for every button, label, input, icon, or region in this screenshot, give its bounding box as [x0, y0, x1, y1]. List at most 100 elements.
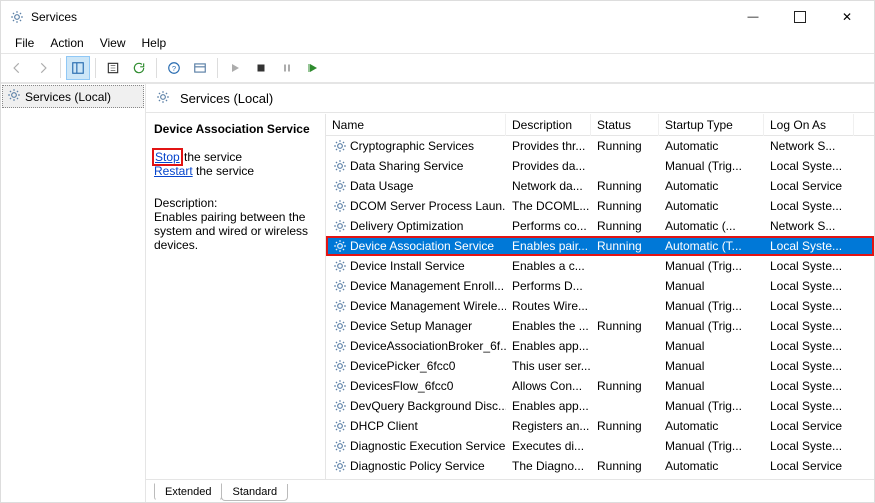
service-row[interactable]: Diagnostic Service HostThe Diagno...Runn…	[326, 476, 874, 479]
nav-back-button[interactable]	[5, 56, 29, 80]
service-row[interactable]: Device Setup ManagerEnables the ...Runni…	[326, 316, 874, 336]
cell-description: Performs D...	[506, 276, 591, 296]
service-row[interactable]: Diagnostic Execution ServiceExecutes di.…	[326, 436, 874, 456]
column-header-name[interactable]: Name	[326, 114, 506, 136]
service-name-text: Device Association Service	[350, 239, 494, 253]
cell-name: Data Sharing Service	[326, 156, 506, 176]
cell-status: Running	[591, 176, 659, 196]
cell-name: DHCP Client	[326, 416, 506, 436]
main-area: Services (Local) Services (Local) Device…	[1, 83, 874, 502]
restart-service-button[interactable]	[301, 56, 325, 80]
service-row[interactable]: DevicePicker_6fcc0This user ser...Manual…	[326, 356, 874, 376]
gear-icon	[332, 158, 348, 174]
gear-icon	[332, 218, 348, 234]
restart-service-line: Restart the service	[154, 164, 317, 178]
column-header-description[interactable]: Description	[506, 114, 591, 136]
service-row[interactable]: DevicesFlow_6fcc0Allows Con...RunningMan…	[326, 376, 874, 396]
cell-startup-type: Automatic	[659, 196, 764, 216]
toolbar-separator	[217, 58, 218, 78]
tab-extended[interactable]: Extended	[154, 483, 222, 501]
cell-startup-type: Manual (Trig...	[659, 296, 764, 316]
service-row[interactable]: Cryptographic ServicesProvides thr...Run…	[326, 136, 874, 156]
menu-view[interactable]: View	[92, 34, 134, 52]
cell-description: Registers an...	[506, 416, 591, 436]
service-row[interactable]: Device Association ServiceEnables pair..…	[326, 236, 874, 256]
nav-forward-button[interactable]	[31, 56, 55, 80]
menu-action[interactable]: Action	[42, 34, 91, 52]
service-row[interactable]: Device Management Wirele...Routes Wire..…	[326, 296, 874, 316]
cell-log-on-as: Local Syste...	[764, 436, 854, 456]
cell-startup-type: Automatic (...	[659, 216, 764, 236]
description-label: Description:	[154, 196, 317, 210]
view-tabs: Extended Standard	[146, 479, 874, 502]
refresh-button[interactable]	[127, 56, 151, 80]
column-header-status[interactable]: Status	[591, 114, 659, 136]
description-text: Enables pairing between the system and w…	[154, 210, 317, 252]
column-header-startup-type[interactable]: Startup Type	[659, 114, 764, 136]
cell-description: The Diagno...	[506, 456, 591, 476]
export-list-button[interactable]	[101, 56, 125, 80]
service-row[interactable]: DHCP ClientRegisters an...RunningAutomat…	[326, 416, 874, 436]
gear-icon	[7, 88, 21, 105]
restart-service-link[interactable]: Restart	[154, 164, 193, 178]
selected-service-name: Device Association Service	[154, 122, 317, 136]
help-button[interactable]: ?	[162, 56, 186, 80]
menu-bar: File Action View Help	[1, 33, 874, 53]
menu-help[interactable]: Help	[134, 34, 175, 52]
service-name-text: Device Setup Manager	[350, 319, 472, 333]
cell-status	[591, 296, 659, 316]
stop-service-link[interactable]: Stop	[155, 150, 180, 164]
service-row[interactable]: Device Install ServiceEnables a c...Manu…	[326, 256, 874, 276]
toolbar: ?	[1, 53, 874, 83]
cell-name: DevicesFlow_6fcc0	[326, 376, 506, 396]
cell-name: DCOM Server Process Laun...	[326, 196, 506, 216]
show-hide-tree-button[interactable]	[66, 56, 90, 80]
detail-panel: Device Association Service Stop the serv…	[146, 114, 326, 479]
window-minimize-button[interactable]	[730, 2, 776, 32]
service-row[interactable]: Diagnostic Policy ServiceThe Diagno...Ru…	[326, 456, 874, 476]
window-maximize-button[interactable]	[776, 1, 824, 33]
gear-icon	[332, 278, 348, 294]
service-row[interactable]: Data UsageNetwork da...RunningAutomaticL…	[326, 176, 874, 196]
service-name-text: Device Install Service	[350, 259, 465, 273]
stop-service-line: Stop the service	[154, 150, 317, 164]
service-row[interactable]: Data Sharing ServiceProvides da...Manual…	[326, 156, 874, 176]
cell-description: The DCOML...	[506, 196, 591, 216]
service-row[interactable]: DCOM Server Process Laun...The DCOML...R…	[326, 196, 874, 216]
gear-icon	[332, 198, 348, 214]
cell-startup-type: Manual (Trig...	[659, 316, 764, 336]
menu-file[interactable]: File	[7, 34, 42, 52]
cell-log-on-as: Network S...	[764, 216, 854, 236]
cell-status	[591, 336, 659, 356]
cell-startup-type: Manual	[659, 336, 764, 356]
stop-suffix: the service	[181, 150, 242, 164]
service-row[interactable]: Delivery OptimizationPerforms co...Runni…	[326, 216, 874, 236]
gear-icon	[332, 438, 348, 454]
cell-status: Running	[591, 136, 659, 156]
console-tree[interactable]: Services (Local)	[1, 84, 146, 502]
service-row[interactable]: Device Management Enroll...Performs D...…	[326, 276, 874, 296]
cell-name: Delivery Optimization	[326, 216, 506, 236]
cell-description: Enables app...	[506, 336, 591, 356]
cell-status: Running	[591, 316, 659, 336]
service-name-text: Diagnostic Execution Service	[350, 439, 505, 453]
cell-status: Running	[591, 476, 659, 479]
tree-root-services-local[interactable]: Services (Local)	[2, 85, 144, 108]
service-row[interactable]: DevQuery Background Disc...Enables app..…	[326, 396, 874, 416]
gear-icon	[332, 338, 348, 354]
gear-icon	[332, 458, 348, 474]
tab-standard[interactable]: Standard	[221, 484, 288, 501]
cell-name: DevicePicker_6fcc0	[326, 356, 506, 376]
start-service-button[interactable]	[223, 56, 247, 80]
properties-button[interactable]	[188, 56, 212, 80]
column-header-log-on-as[interactable]: Log On As	[764, 114, 854, 136]
pause-service-button[interactable]	[275, 56, 299, 80]
cell-name: Diagnostic Policy Service	[326, 456, 506, 476]
service-row[interactable]: DeviceAssociationBroker_6f...Enables app…	[326, 336, 874, 356]
services-list-scroll[interactable]: Name Description Status Startup Type Log…	[326, 114, 874, 479]
window-close-button[interactable]	[824, 2, 870, 32]
cell-log-on-as: Local Syste...	[764, 256, 854, 276]
stop-service-button[interactable]	[249, 56, 273, 80]
cell-startup-type: Manual	[659, 356, 764, 376]
cell-name: Device Setup Manager	[326, 316, 506, 336]
